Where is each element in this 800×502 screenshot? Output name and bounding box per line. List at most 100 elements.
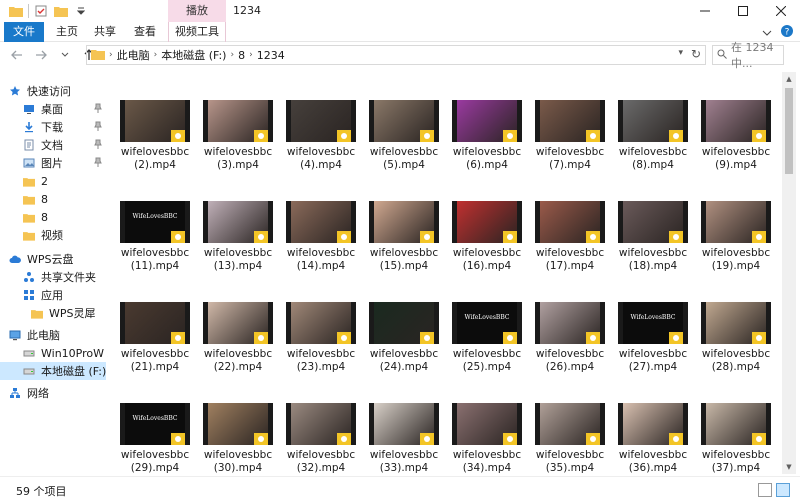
file-item[interactable]: WifeLovesBBC wifelovesbbc (27).mp4	[606, 274, 688, 373]
sidebar-item[interactable]: 8	[0, 208, 106, 226]
scroll-up-icon[interactable]: ▲	[782, 72, 796, 86]
file-item[interactable]: wifelovesbbc (17).mp4	[523, 173, 605, 272]
tab-file[interactable]: 文件	[4, 22, 44, 42]
file-item[interactable]: wifelovesbbc (34).mp4	[440, 375, 522, 474]
large-icons-view-icon[interactable]	[776, 483, 790, 497]
breadcrumb-1234[interactable]: 1234	[257, 49, 285, 62]
file-item[interactable]: wifelovesbbc (7).mp4	[523, 72, 605, 171]
file-item[interactable]: WifeLovesBBC wifelovesbbc (11).mp4	[108, 173, 190, 272]
sidebar-item[interactable]: 下载	[0, 118, 106, 136]
sidebar-item-label: 视频	[41, 229, 63, 242]
file-item[interactable]: wifelovesbbc (19).mp4	[689, 173, 771, 272]
sidebar-item[interactable]: WPS灵犀	[0, 304, 106, 322]
file-item[interactable]: wifelovesbbc (37).mp4	[689, 375, 771, 474]
back-arrow-icon[interactable]	[8, 46, 26, 64]
file-item[interactable]: wifelovesbbc (13).mp4	[191, 173, 273, 272]
search-box[interactable]: 在 1234 中...	[712, 41, 784, 70]
file-item[interactable]: wifelovesbbc (26).mp4	[523, 274, 605, 373]
video-thumbnail	[369, 302, 439, 344]
file-item[interactable]: wifelovesbbc (36).mp4	[606, 375, 688, 474]
refresh-icon[interactable]: ↻	[691, 47, 701, 61]
thumbnail-logo-text: WifeLovesBBC	[630, 314, 676, 321]
address-dropdown-icon[interactable]: ▾	[678, 48, 683, 58]
file-item[interactable]: wifelovesbbc (24).mp4	[357, 274, 439, 373]
new-folder-icon[interactable]	[53, 3, 69, 19]
scroll-thumb[interactable]	[785, 88, 793, 174]
file-item[interactable]: wifelovesbbc (23).mp4	[274, 274, 356, 373]
sidebar-item[interactable]: 应用	[0, 286, 106, 304]
file-item[interactable]: wifelovesbbc (5).mp4	[357, 72, 439, 171]
tab-video-tools[interactable]: 视频工具	[168, 22, 226, 42]
expand-ribbon-icon[interactable]	[762, 26, 772, 40]
breadcrumb-8[interactable]: 8	[238, 49, 245, 62]
pictures-icon	[22, 156, 36, 170]
sidebar-item[interactable]: 网络	[0, 384, 106, 402]
vertical-scrollbar[interactable]: ▲ ▼	[782, 72, 796, 474]
properties-icon[interactable]	[33, 3, 49, 19]
sidebar-item[interactable]: Win10ProW X	[0, 344, 115, 362]
tab-view[interactable]: 查看	[130, 22, 160, 42]
sidebar-item[interactable]: 桌面	[0, 100, 106, 118]
file-name: wifelovesbbc (27).mp4	[618, 348, 688, 373]
file-item[interactable]: wifelovesbbc (15).mp4	[357, 173, 439, 272]
minimize-button[interactable]	[686, 0, 724, 22]
maximize-button[interactable]	[724, 0, 762, 22]
video-thumbnail	[618, 403, 688, 445]
recent-dropdown-icon[interactable]	[56, 46, 74, 64]
forward-arrow-icon[interactable]	[32, 46, 50, 64]
file-item[interactable]: wifelovesbbc (16).mp4	[440, 173, 522, 272]
sidebar-item[interactable]: 本地磁盘 (F:)	[0, 362, 106, 380]
file-item[interactable]: wifelovesbbc (33).mp4	[357, 375, 439, 474]
sidebar-item[interactable]: 8	[0, 190, 106, 208]
sidebar-item[interactable]: 此电脑	[0, 326, 106, 344]
context-tab-play[interactable]: 播放	[168, 0, 226, 22]
file-item[interactable]: wifelovesbbc (2).mp4	[108, 72, 190, 171]
file-item[interactable]: wifelovesbbc (9).mp4	[689, 72, 771, 171]
file-item[interactable]: wifelovesbbc (4).mp4	[274, 72, 356, 171]
video-thumbnail	[369, 201, 439, 243]
tab-share[interactable]: 共享	[90, 22, 120, 42]
close-button[interactable]	[762, 0, 800, 22]
file-item[interactable]: wifelovesbbc (8).mp4	[606, 72, 688, 171]
file-item[interactable]: wifelovesbbc (21).mp4	[108, 274, 190, 373]
player-badge-icon	[420, 433, 434, 445]
file-item[interactable]: wifelovesbbc (18).mp4	[606, 173, 688, 272]
file-item[interactable]: wifelovesbbc (30).mp4	[191, 375, 273, 474]
scroll-down-icon[interactable]: ▼	[782, 460, 796, 474]
file-item[interactable]: WifeLovesBBC wifelovesbbc (25).mp4	[440, 274, 522, 373]
video-thumbnail	[286, 201, 356, 243]
file-item[interactable]: WifeLovesBBC wifelovesbbc (29).mp4	[108, 375, 190, 474]
sidebar-item[interactable]: 快速访问	[0, 82, 106, 100]
sidebar-item[interactable]: 文档	[0, 136, 106, 154]
breadcrumb-this-pc[interactable]: 此电脑	[117, 47, 150, 63]
breadcrumb-drive-f[interactable]: 本地磁盘 (F:)	[161, 47, 226, 63]
details-view-icon[interactable]	[758, 483, 772, 497]
file-item[interactable]: wifelovesbbc (35).mp4	[523, 375, 605, 474]
thumbnail-logo-text: WifeLovesBBC	[132, 213, 178, 220]
apps-icon	[22, 288, 36, 302]
customize-dropdown-icon[interactable]	[73, 3, 89, 19]
player-badge-icon	[586, 231, 600, 243]
file-item[interactable]: wifelovesbbc (6).mp4	[440, 72, 522, 171]
file-item[interactable]: wifelovesbbc (22).mp4	[191, 274, 273, 373]
sidebar-item[interactable]: 视频	[0, 226, 106, 244]
file-item[interactable]: wifelovesbbc (3).mp4	[191, 72, 273, 171]
address-bar[interactable]: › 此电脑 › 本地磁盘 (F:) › 8 › 1234 ▾ ↻	[86, 45, 706, 65]
tab-home[interactable]: 主页	[52, 22, 82, 42]
player-badge-icon	[752, 130, 766, 142]
folder-icon	[30, 306, 44, 320]
sidebar-item[interactable]: WPS云盘	[0, 250, 106, 268]
sidebar-item[interactable]: 2	[0, 172, 106, 190]
player-badge-icon	[669, 130, 683, 142]
file-name: wifelovesbbc (30).mp4	[203, 449, 273, 474]
file-item[interactable]: wifelovesbbc (28).mp4	[689, 274, 771, 373]
sidebar-item[interactable]: 图片	[0, 154, 106, 172]
file-item[interactable]: wifelovesbbc (32).mp4	[274, 375, 356, 474]
document-icon	[22, 138, 36, 152]
sidebar-item[interactable]: 共享文件夹	[0, 268, 106, 286]
network-icon	[8, 386, 22, 400]
player-badge-icon	[669, 433, 683, 445]
desktop-icon	[22, 102, 36, 116]
player-badge-icon	[254, 332, 268, 344]
file-item[interactable]: wifelovesbbc (14).mp4	[274, 173, 356, 272]
